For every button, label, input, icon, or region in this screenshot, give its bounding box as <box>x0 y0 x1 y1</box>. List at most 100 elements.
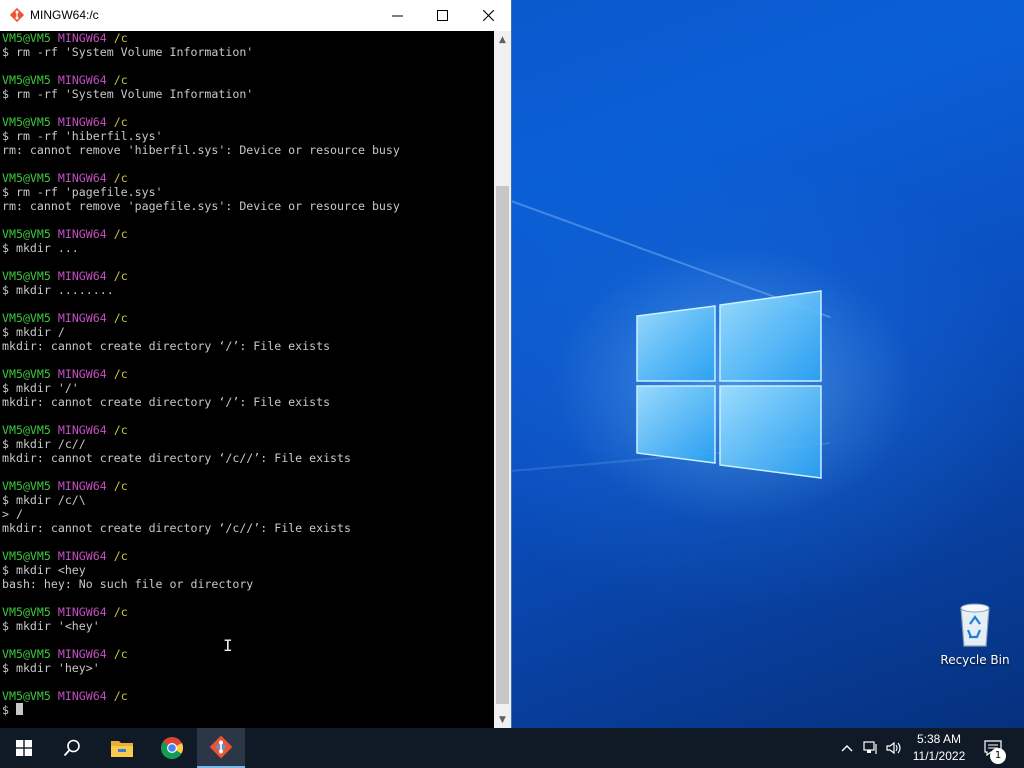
prompt-system: MINGW64 <box>57 171 107 185</box>
prompt-line: VM5@VM5 MINGW64 /c <box>0 647 494 661</box>
prompt-system: MINGW64 <box>57 605 107 619</box>
prompt-user: VM5@VM5 <box>2 269 51 283</box>
prompt-path: /c <box>113 115 128 129</box>
network-button[interactable] <box>861 728 881 768</box>
terminal-cursor <box>15 703 23 715</box>
prompt-path: /c <box>113 689 128 703</box>
prompt-line: VM5@VM5 MINGW64 /c <box>0 227 494 241</box>
title-bar[interactable]: MINGW64:/c <box>0 0 511 31</box>
prompt-line: VM5@VM5 MINGW64 /c <box>0 73 494 87</box>
output-line: $ mkdir <hey <box>2 563 86 577</box>
maximize-button[interactable] <box>419 0 465 31</box>
minimize-button[interactable] <box>374 0 420 31</box>
prompt-user: VM5@VM5 <box>2 311 51 325</box>
input-line: $ <box>0 703 494 717</box>
output-line: mkdir: cannot create directory ‘/’: File… <box>2 339 331 353</box>
text-cursor-icon: I <box>223 636 233 655</box>
output-line: $ mkdir ........ <box>2 283 114 297</box>
prompt-system: MINGW64 <box>57 115 107 129</box>
terminal-output[interactable]: VM5@VM5 MINGW64 /c $ rm -rf 'System Volum… <box>0 31 494 728</box>
taskbar: 5:38 AM 11/1/2022 <box>0 728 1024 768</box>
prompt-line: VM5@VM5 MINGW64 /c <box>0 171 494 185</box>
git-bash-button[interactable] <box>197 728 245 768</box>
show-hidden-icons-button[interactable] <box>838 728 856 768</box>
chrome-icon <box>161 737 184 759</box>
scrollbar-thumb[interactable] <box>496 186 509 704</box>
prompt-path: /c <box>113 647 128 661</box>
output-line: $ rm -rf 'System Volume Information' <box>2 87 254 101</box>
prompt-system: MINGW64 <box>57 423 107 437</box>
scroll-up-arrow-icon[interactable]: ▲ <box>494 31 511 48</box>
output-line: > / <box>2 507 23 521</box>
output-line: bash: hey: No such file or directory <box>2 577 254 591</box>
git-bash-icon <box>209 735 233 759</box>
prompt-path: /c <box>113 171 128 185</box>
search-button[interactable] <box>48 728 96 768</box>
prompt-path: /c <box>113 367 128 381</box>
prompt-line: VM5@VM5 MINGW64 /c <box>0 423 494 437</box>
prompt-user: VM5@VM5 <box>2 689 51 703</box>
windows-start-icon <box>16 740 32 756</box>
output-line: rm: cannot remove 'pagefile.sys': Device… <box>2 199 400 213</box>
close-icon <box>482 10 494 21</box>
start-button[interactable] <box>0 728 48 768</box>
prompt-path: /c <box>113 269 128 283</box>
prompt-system: MINGW64 <box>57 689 107 703</box>
prompt-path: /c <box>113 311 128 325</box>
notification-count-badge: 1 <box>990 748 1006 764</box>
prompt-user: VM5@VM5 <box>2 367 51 381</box>
terminal-window[interactable]: MINGW64:/c VM5@VM5 MINGW64 /c $ rm -rf 'S… <box>0 0 512 728</box>
output-line: $ mkdir / <box>2 325 65 339</box>
prompt-line: VM5@VM5 MINGW64 /c <box>0 115 494 129</box>
output-line: $ mkdir '/' <box>2 381 79 395</box>
vertical-scrollbar[interactable]: ▲ ▼ <box>494 31 511 728</box>
prompt-system: MINGW64 <box>57 31 107 45</box>
prompt-user: VM5@VM5 <box>2 605 51 619</box>
recycle-bin-icon <box>960 603 990 647</box>
maximize-icon <box>436 10 448 21</box>
output-line: $ mkdir /c// <box>2 437 86 451</box>
output-line: $ mkdir '<hey' <box>2 619 100 633</box>
prompt-system: MINGW64 <box>57 549 107 563</box>
output-line: $ rm -rf 'System Volume Information' <box>2 45 254 59</box>
scroll-down-arrow-icon[interactable]: ▼ <box>494 711 511 728</box>
prompt-system: MINGW64 <box>57 479 107 493</box>
prompt-user: VM5@VM5 <box>2 549 51 563</box>
prompt-path: /c <box>113 549 128 563</box>
prompt-path: /c <box>113 73 128 87</box>
prompt-path: /c <box>113 31 128 45</box>
clock-date: 11/1/2022 <box>912 749 966 763</box>
output-line: $ mkdir 'hey>' <box>2 661 100 675</box>
git-bash-icon <box>9 7 25 23</box>
prompt-path: /c <box>113 605 128 619</box>
prompt-system: MINGW64 <box>57 269 107 283</box>
output-line: $ mkdir ... <box>2 241 79 255</box>
prompt-user: VM5@VM5 <box>2 423 51 437</box>
close-button[interactable] <box>465 0 511 31</box>
prompt-user: VM5@VM5 <box>2 115 51 129</box>
recycle-bin[interactable]: Recycle Bin <box>936 600 1014 667</box>
file-explorer-button[interactable] <box>98 728 146 768</box>
clock-button[interactable]: 5:38 AM 11/1/2022 <box>900 731 978 765</box>
prompt-line: VM5@VM5 MINGW64 /c <box>0 269 494 283</box>
prompt-user: VM5@VM5 <box>2 227 51 241</box>
output-line: $ rm -rf 'hiberfil.sys' <box>2 129 163 143</box>
prompt-user: VM5@VM5 <box>2 73 51 87</box>
chrome-button[interactable] <box>148 728 196 768</box>
folder-icon <box>111 741 133 757</box>
prompt-system: MINGW64 <box>57 73 107 87</box>
network-icon <box>863 741 877 754</box>
output-line: $ mkdir /c/\ <box>2 493 86 507</box>
